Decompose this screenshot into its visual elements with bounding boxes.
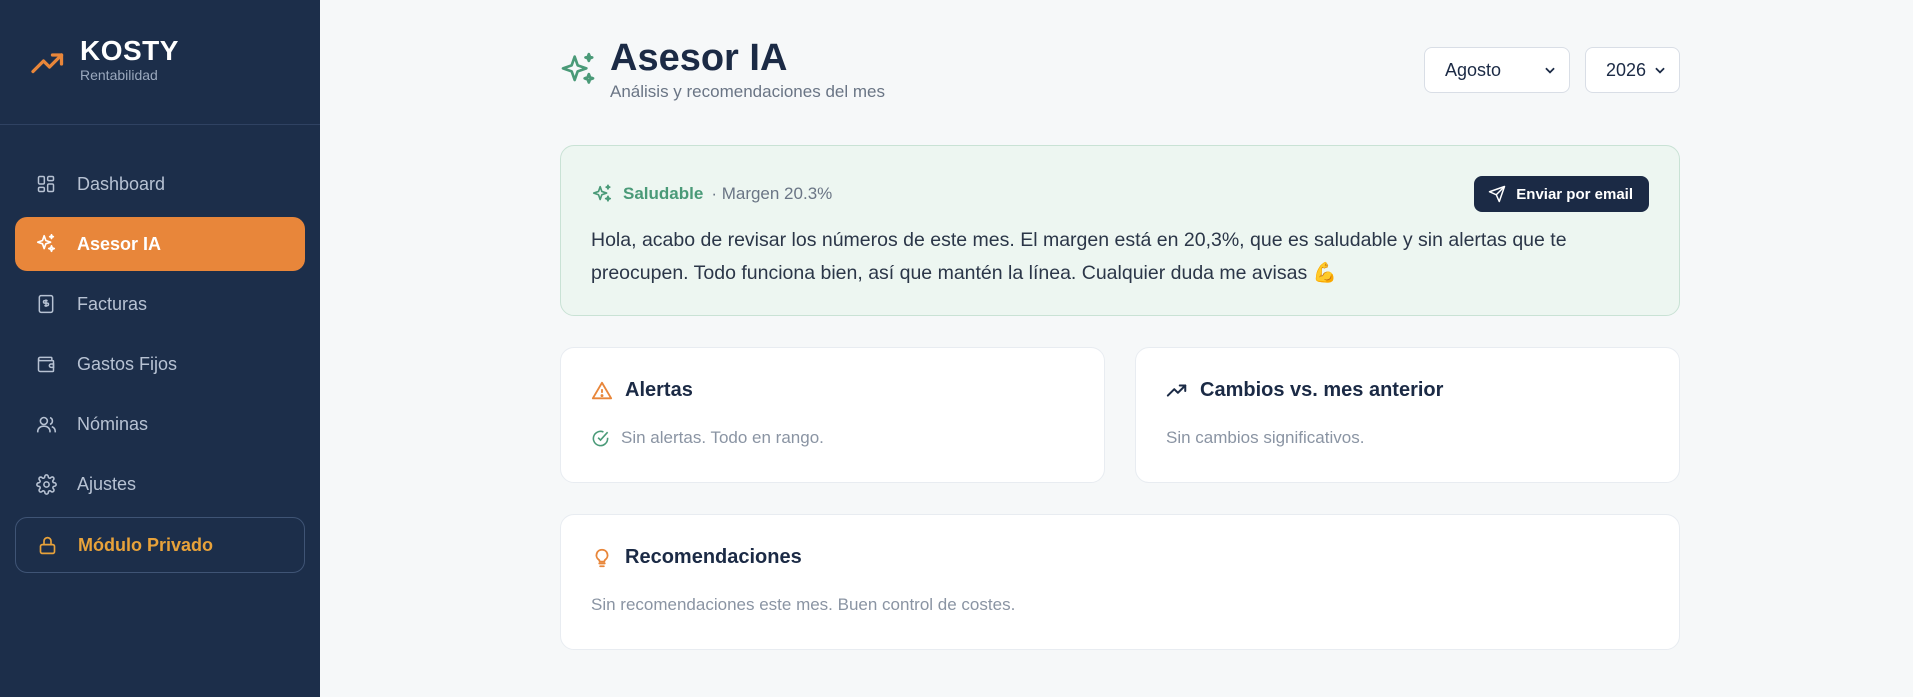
brand-logo[interactable]: KOSTY Rentabilidad bbox=[30, 36, 179, 84]
sidebar-divider bbox=[0, 124, 320, 125]
sparkles-icon bbox=[592, 184, 612, 202]
chevron-down-icon bbox=[1655, 67, 1665, 74]
year-select[interactable]: 2026 bbox=[1585, 47, 1680, 93]
recommendations-title-text: Recomendaciones bbox=[625, 546, 802, 568]
sparkles-icon bbox=[35, 233, 57, 255]
recommendations-card: Recomendaciones Sin recomendaciones este… bbox=[560, 514, 1680, 650]
advisor-message: Hola, acabo de revisar los números de es… bbox=[591, 229, 1567, 284]
lightbulb-icon bbox=[595, 548, 609, 567]
month-select[interactable]: Agosto bbox=[1424, 47, 1570, 93]
send-email-button[interactable]: Enviar por email bbox=[1474, 176, 1649, 212]
trending-up-icon bbox=[31, 53, 64, 74]
sidebar-item-dashboard[interactable]: Dashboard bbox=[15, 157, 305, 211]
lock-icon bbox=[36, 534, 58, 556]
status-row: Saludable · Margen 20.3% bbox=[591, 183, 832, 205]
brand-name: KOSTY bbox=[80, 35, 179, 66]
wallet-icon bbox=[35, 353, 57, 375]
changes-title-text: Cambios vs. mes anterior bbox=[1200, 379, 1444, 401]
alerts-card: Alertas Sin alertas. Todo en rango. bbox=[560, 347, 1105, 483]
recommendations-title: Recomendaciones bbox=[591, 546, 802, 569]
status-badge: Saludable bbox=[623, 184, 704, 203]
page-subtitle: Análisis y recomendaciones del mes bbox=[610, 82, 885, 101]
warning-icon bbox=[591, 381, 613, 399]
sidebar-item-label: Nóminas bbox=[77, 413, 149, 434]
recommendations-body: Sin recomendaciones este mes. Buen contr… bbox=[591, 595, 1015, 615]
sidebar-item-asesor-ia[interactable]: Asesor IA bbox=[15, 217, 305, 271]
gear-icon bbox=[35, 473, 57, 495]
sidebar: KOSTY Rentabilidad Dashboard Asesor IA F… bbox=[0, 0, 320, 697]
sidebar-item-label: Asesor IA bbox=[77, 233, 162, 254]
summary-card: Saludable · Margen 20.3% Enviar por emai… bbox=[560, 145, 1680, 316]
sidebar-item-label: Gastos Fijos bbox=[77, 353, 178, 374]
sparkles-icon bbox=[561, 52, 595, 84]
brand-subtitle: Rentabilidad bbox=[80, 67, 158, 83]
invoice-icon bbox=[35, 293, 57, 315]
alerts-title-text: Alertas bbox=[625, 379, 693, 401]
trending-up-icon bbox=[1166, 383, 1187, 397]
sidebar-item-ajustes[interactable]: Ajustes bbox=[15, 457, 305, 511]
margin-value: · Margen 20.3% bbox=[711, 184, 833, 203]
alerts-title: Alertas bbox=[591, 379, 693, 402]
sidebar-item-label: Módulo Privado bbox=[78, 534, 213, 555]
sidebar-item-label: Ajustes bbox=[77, 473, 137, 494]
changes-title: Cambios vs. mes anterior bbox=[1166, 379, 1443, 402]
changes-body: Sin cambios significativos. bbox=[1166, 428, 1364, 448]
page-title: Asesor IA bbox=[610, 37, 788, 79]
check-circle-icon bbox=[592, 430, 609, 446]
month-select-value: Agosto bbox=[1445, 59, 1502, 80]
chevron-down-icon bbox=[1545, 67, 1555, 74]
sidebar-item-label: Facturas bbox=[77, 293, 148, 314]
send-icon bbox=[1489, 185, 1506, 203]
grid-icon bbox=[35, 173, 57, 195]
sidebar-item-facturas[interactable]: Facturas bbox=[15, 277, 305, 331]
sidebar-item-label: Dashboard bbox=[77, 173, 166, 194]
alerts-body-text: Sin alertas. Todo en rango. bbox=[621, 428, 824, 447]
send-email-label: Enviar por email bbox=[1516, 185, 1633, 203]
sidebar-item-nominas[interactable]: Nóminas bbox=[15, 397, 305, 451]
recommendations-body-text: Sin recomendaciones este mes. Buen contr… bbox=[591, 595, 1016, 614]
users-icon bbox=[35, 413, 57, 435]
changes-card: Cambios vs. mes anterior Sin cambios sig… bbox=[1135, 347, 1680, 483]
sidebar-item-gastos-fijos[interactable]: Gastos Fijos bbox=[15, 337, 305, 391]
year-select-value: 2026 bbox=[1606, 59, 1647, 80]
sidebar-item-modulo-privado[interactable]: Módulo Privado bbox=[15, 517, 305, 573]
alerts-body: Sin alertas. Todo en rango. bbox=[591, 428, 824, 448]
changes-body-text: Sin cambios significativos. bbox=[1166, 428, 1365, 447]
